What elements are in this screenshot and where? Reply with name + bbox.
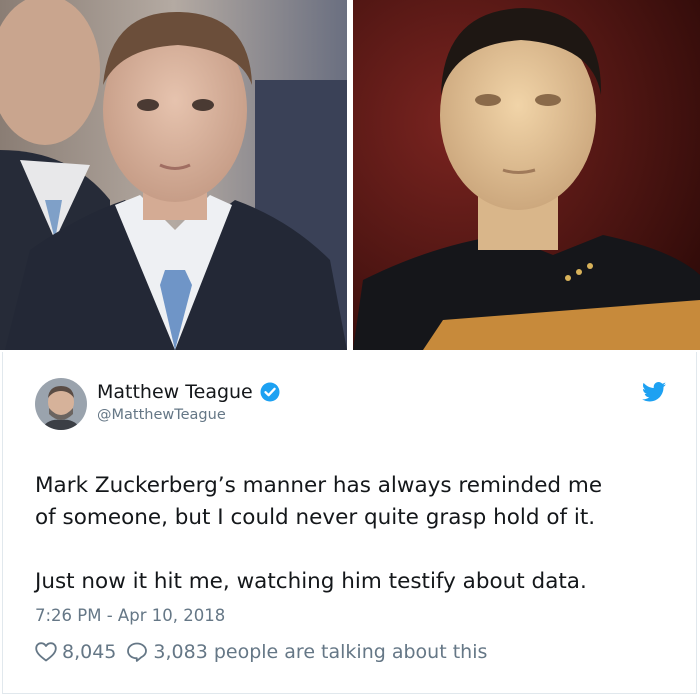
android-character-photo[interactable]	[353, 0, 700, 350]
tweet-text-line-3: Just now it hit me, watching him testify…	[35, 569, 587, 594]
man-in-suit-image	[0, 0, 347, 350]
verified-badge-icon	[260, 382, 280, 402]
tweet-text: Mark Zuckerberg’s manner has always remi…	[35, 470, 685, 598]
tweet-media	[0, 0, 700, 350]
talking-about-text[interactable]: 3,083 people are talking about this	[153, 641, 487, 663]
man-in-suit-photo[interactable]	[0, 0, 347, 350]
tweet-actions: 8,045 3,083 people are talking about thi…	[35, 641, 487, 663]
like-count[interactable]: 8,045	[62, 641, 116, 663]
tweet-text-line-1: Mark Zuckerberg’s manner has always remi…	[35, 473, 603, 498]
twitter-bird-icon[interactable]	[642, 382, 666, 402]
android-character-image	[353, 0, 700, 350]
tweet-card: Matthew Teague @MatthewTeague Mark Zucke…	[2, 352, 697, 694]
tweet-text-line-2: of someone, but I could never quite gras…	[35, 505, 596, 530]
author-name-text: Matthew Teague	[97, 381, 253, 403]
tweet-timestamp[interactable]: 7:26 PM - Apr 10, 2018	[35, 606, 225, 625]
heart-icon[interactable]	[35, 642, 57, 662]
reply-bubble-icon[interactable]	[126, 642, 148, 662]
author-handle[interactable]: @MatthewTeague	[97, 407, 226, 423]
avatar[interactable]	[35, 378, 87, 430]
avatar-image	[35, 378, 87, 430]
author-name[interactable]: Matthew Teague	[97, 381, 280, 403]
